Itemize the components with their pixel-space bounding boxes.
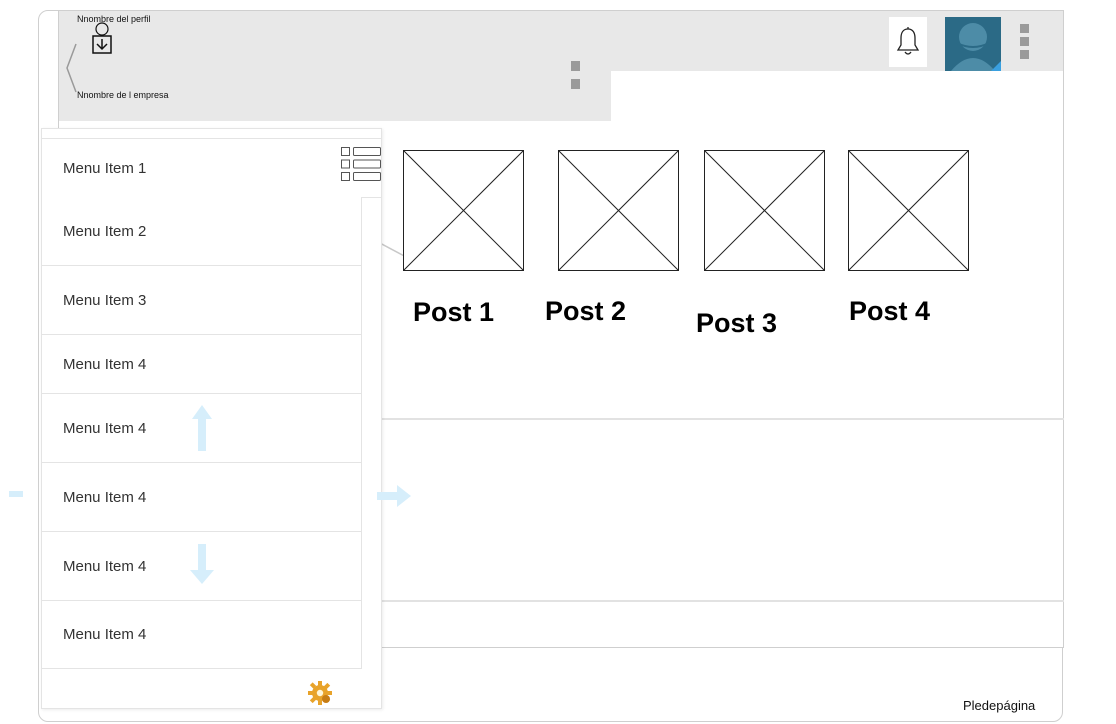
sidebar-item-label: Menu Item 4 [63,488,147,506]
post-image-placeholder[interactable] [848,150,969,271]
sidebar-item-label: Menu Item 4 [63,557,147,575]
gear-icon[interactable] [307,680,333,706]
post-title[interactable]: Post 1 [413,297,494,328]
more-options-icon[interactable] [1020,24,1030,63]
post-image-placeholder[interactable] [704,150,825,271]
sidebar-item-label: Menu Item 2 [63,222,147,240]
sidebar-item-8[interactable]: Menu Item 4 [42,601,362,669]
section-divider [380,418,1064,420]
company-name: Nnombre de l empresa [77,90,169,100]
avatar-icon [951,23,1001,71]
sidebar-item-label: Menu Item 4 [63,626,147,643]
sidebar-item-label: Menu Item 3 [63,291,147,309]
arrow-left-hint [9,491,23,497]
sidebar-item-3[interactable]: Menu Item 3 [42,266,362,335]
sidebar-item-label: Menu Item 1 [63,159,147,177]
bell-icon [896,27,920,55]
sidebar-item-1[interactable]: Menu Item 1 [42,138,381,198]
arrow-right-icon [377,485,411,507]
sidebar-item-4[interactable]: Menu Item 4 [42,335,362,394]
post-image-placeholder[interactable] [403,150,524,271]
sidebar-item-2[interactable]: Menu Item 2 [42,197,362,266]
user-download-icon [92,22,112,54]
chevron-left-icon[interactable] [64,42,78,94]
post-title[interactable]: Post 4 [849,296,930,327]
sidebar-item-label: Menu Item 4 [63,419,147,437]
section-divider [380,600,1064,602]
avatar[interactable] [945,17,1001,71]
sidebar-item-6[interactable]: Menu Item 4 [42,463,362,532]
kebab-menu-icon[interactable] [571,61,581,93]
post-title[interactable]: Post 2 [545,296,626,327]
footer-text: Pledepágina [963,698,1036,713]
sidebar-item-label: Menu Item 4 [63,355,147,373]
notifications-button[interactable] [889,17,927,67]
post-title[interactable]: Post 3 [696,308,777,339]
list-view-icon[interactable] [340,146,382,182]
arrow-down-icon [190,544,214,584]
arrow-up-icon [192,405,212,451]
post-image-placeholder[interactable] [558,150,679,271]
